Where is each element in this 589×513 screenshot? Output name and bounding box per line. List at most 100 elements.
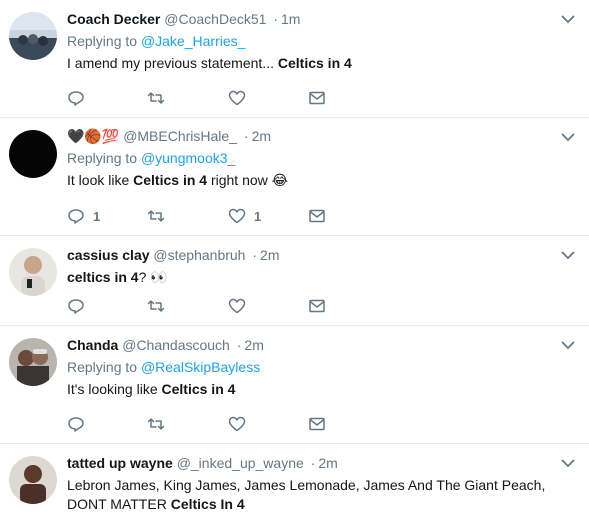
like-button[interactable] [228, 296, 246, 316]
replying-to-prefix: Replying to [67, 33, 141, 49]
chevron-down-icon[interactable] [561, 458, 575, 468]
tweet-text: It look like Celtics in 4 right now 😂 [67, 171, 579, 190]
separator-dot: · [243, 128, 249, 144]
message-icon [309, 209, 325, 223]
user-handle[interactable]: @CoachDeck51 [164, 11, 266, 27]
tweet-text-after: ? 👀 [138, 269, 168, 285]
tweet-text-highlight: celtics in 4 [67, 269, 139, 285]
like-icon [228, 208, 246, 224]
user-handle[interactable]: @Chandascouch [122, 337, 230, 353]
tweet-header: Chanda @Chandascouch · 2m [67, 336, 579, 354]
display-name[interactable]: cassius clay [67, 247, 150, 263]
like-button[interactable]: 1 [228, 206, 261, 226]
tweet-text-highlight: Celtics In 4 [170, 496, 245, 512]
tweet-text-before: It's looking like [67, 381, 162, 397]
reply-icon [68, 209, 84, 224]
replying-to-prefix: Replying to [67, 150, 141, 166]
reply-button[interactable] [67, 296, 85, 316]
replying-to: Replying to @Jake_Harries_ [67, 32, 579, 50]
tweet[interactable]: cassius clay @stephanbruh · 2m celtics in… [0, 236, 589, 326]
user-handle[interactable]: @_inked_up_wayne [177, 455, 304, 471]
separator-dot: · [252, 247, 258, 263]
tweet-header: Coach Decker @CoachDeck51 · 1m [67, 10, 579, 28]
reply-icon [68, 417, 84, 432]
display-name[interactable]: Chanda [67, 337, 118, 353]
message-icon [309, 299, 325, 313]
retweet-button[interactable] [147, 414, 165, 434]
like-button[interactable] [228, 88, 246, 108]
retweet-icon [147, 418, 165, 430]
tweet[interactable]: Coach Decker @CoachDeck51 · 1m Replying t… [0, 0, 589, 118]
retweet-icon [147, 210, 165, 222]
like-button[interactable] [228, 414, 246, 434]
replying-to-prefix: Replying to [67, 359, 141, 375]
chevron-down-icon[interactable] [561, 250, 575, 260]
replying-to: Replying to @yungmook3_ [67, 149, 579, 167]
reply-icon [68, 299, 84, 314]
reply-count: 1 [93, 208, 101, 224]
chevron-down-icon[interactable] [561, 132, 575, 142]
user-handle[interactable]: @stephanbruh [153, 247, 245, 263]
retweet-icon [147, 300, 165, 312]
avatar[interactable] [9, 248, 57, 296]
retweet-button[interactable] [147, 206, 165, 226]
avatar[interactable] [9, 130, 57, 178]
like-count: 1 [254, 208, 262, 224]
tweet-text-after: right now 😂 [207, 172, 289, 188]
separator-dot: · [273, 11, 278, 27]
tweet-text: It's looking like Celtics in 4 [67, 380, 579, 399]
tweet-header: cassius clay @stephanbruh · 2m [67, 246, 579, 264]
message-icon [309, 417, 325, 431]
tweet-header: 🖤🏀💯 @MBEChrisHale_ · 2m [67, 127, 579, 145]
replying-to-link[interactable]: @Jake_Harries_ [141, 33, 245, 49]
tweet-actions [67, 296, 367, 316]
direct-message-button[interactable] [308, 296, 326, 316]
like-icon [228, 298, 246, 314]
tweet-text: I amend my previous statement... Celtics… [67, 54, 579, 73]
tweet-text-highlight: Celtics in 4 [133, 172, 208, 188]
tweet-text-highlight: Celtics in 4 [277, 55, 352, 71]
direct-message-button[interactable] [308, 414, 326, 434]
user-handle[interactable]: @MBEChrisHale_ [123, 128, 237, 144]
replying-to-link[interactable]: @RealSkipBayless [141, 359, 260, 375]
reply-icon [68, 91, 84, 106]
chevron-down-icon[interactable] [561, 340, 575, 350]
reply-button[interactable] [67, 414, 85, 434]
chevron-down-icon[interactable] [561, 14, 575, 24]
reply-button[interactable] [67, 88, 85, 108]
avatar[interactable] [9, 456, 57, 504]
separator-dot: · [236, 337, 242, 353]
tweet-timestamp[interactable]: 2m [244, 337, 263, 353]
tweet[interactable]: tatted up wayne @_inked_up_wayne · 2m Leb… [0, 444, 589, 513]
tweet-text-before: Lebron James, King James, James Lemonade… [67, 477, 546, 512]
separator-dot: · [310, 455, 316, 471]
message-icon [309, 91, 325, 105]
tweet-text: Lebron James, King James, James Lemonade… [67, 476, 579, 513]
display-name[interactable]: Coach Decker [67, 11, 160, 27]
tweet-timestamp[interactable]: 1m [281, 11, 300, 27]
tweet-timestamp[interactable]: 2m [252, 128, 271, 144]
like-icon [228, 90, 246, 106]
reply-button[interactable]: 1 [67, 206, 100, 226]
retweet-icon [147, 92, 165, 104]
tweet-text: celtics in 4? 👀 [67, 268, 579, 287]
avatar[interactable] [9, 338, 57, 386]
display-name[interactable]: 🖤🏀💯 [67, 128, 119, 144]
tweet-text-before: It look like [67, 172, 134, 188]
retweet-button[interactable] [147, 296, 165, 316]
tweet-timestamp[interactable]: 2m [260, 247, 279, 263]
tweet-actions: 1 1 [67, 206, 367, 226]
tweet[interactable]: Chanda @Chandascouch · 2m Replying to @Re… [0, 326, 589, 444]
tweet-text-highlight: Celtics in 4 [161, 381, 236, 397]
tweet-text-before: I amend my previous statement... [67, 55, 278, 71]
tweet[interactable]: 🖤🏀💯 @MBEChrisHale_ · 2m Replying to @yung… [0, 118, 589, 236]
direct-message-button[interactable] [308, 206, 326, 226]
avatar[interactable] [9, 12, 57, 60]
tweet-timestamp[interactable]: 2m [318, 455, 337, 471]
like-icon [228, 416, 246, 432]
replying-to-link[interactable]: @yungmook3_ [141, 150, 235, 166]
tweet-actions [67, 88, 367, 108]
display-name[interactable]: tatted up wayne [67, 455, 173, 471]
retweet-button[interactable] [147, 88, 165, 108]
direct-message-button[interactable] [308, 88, 326, 108]
